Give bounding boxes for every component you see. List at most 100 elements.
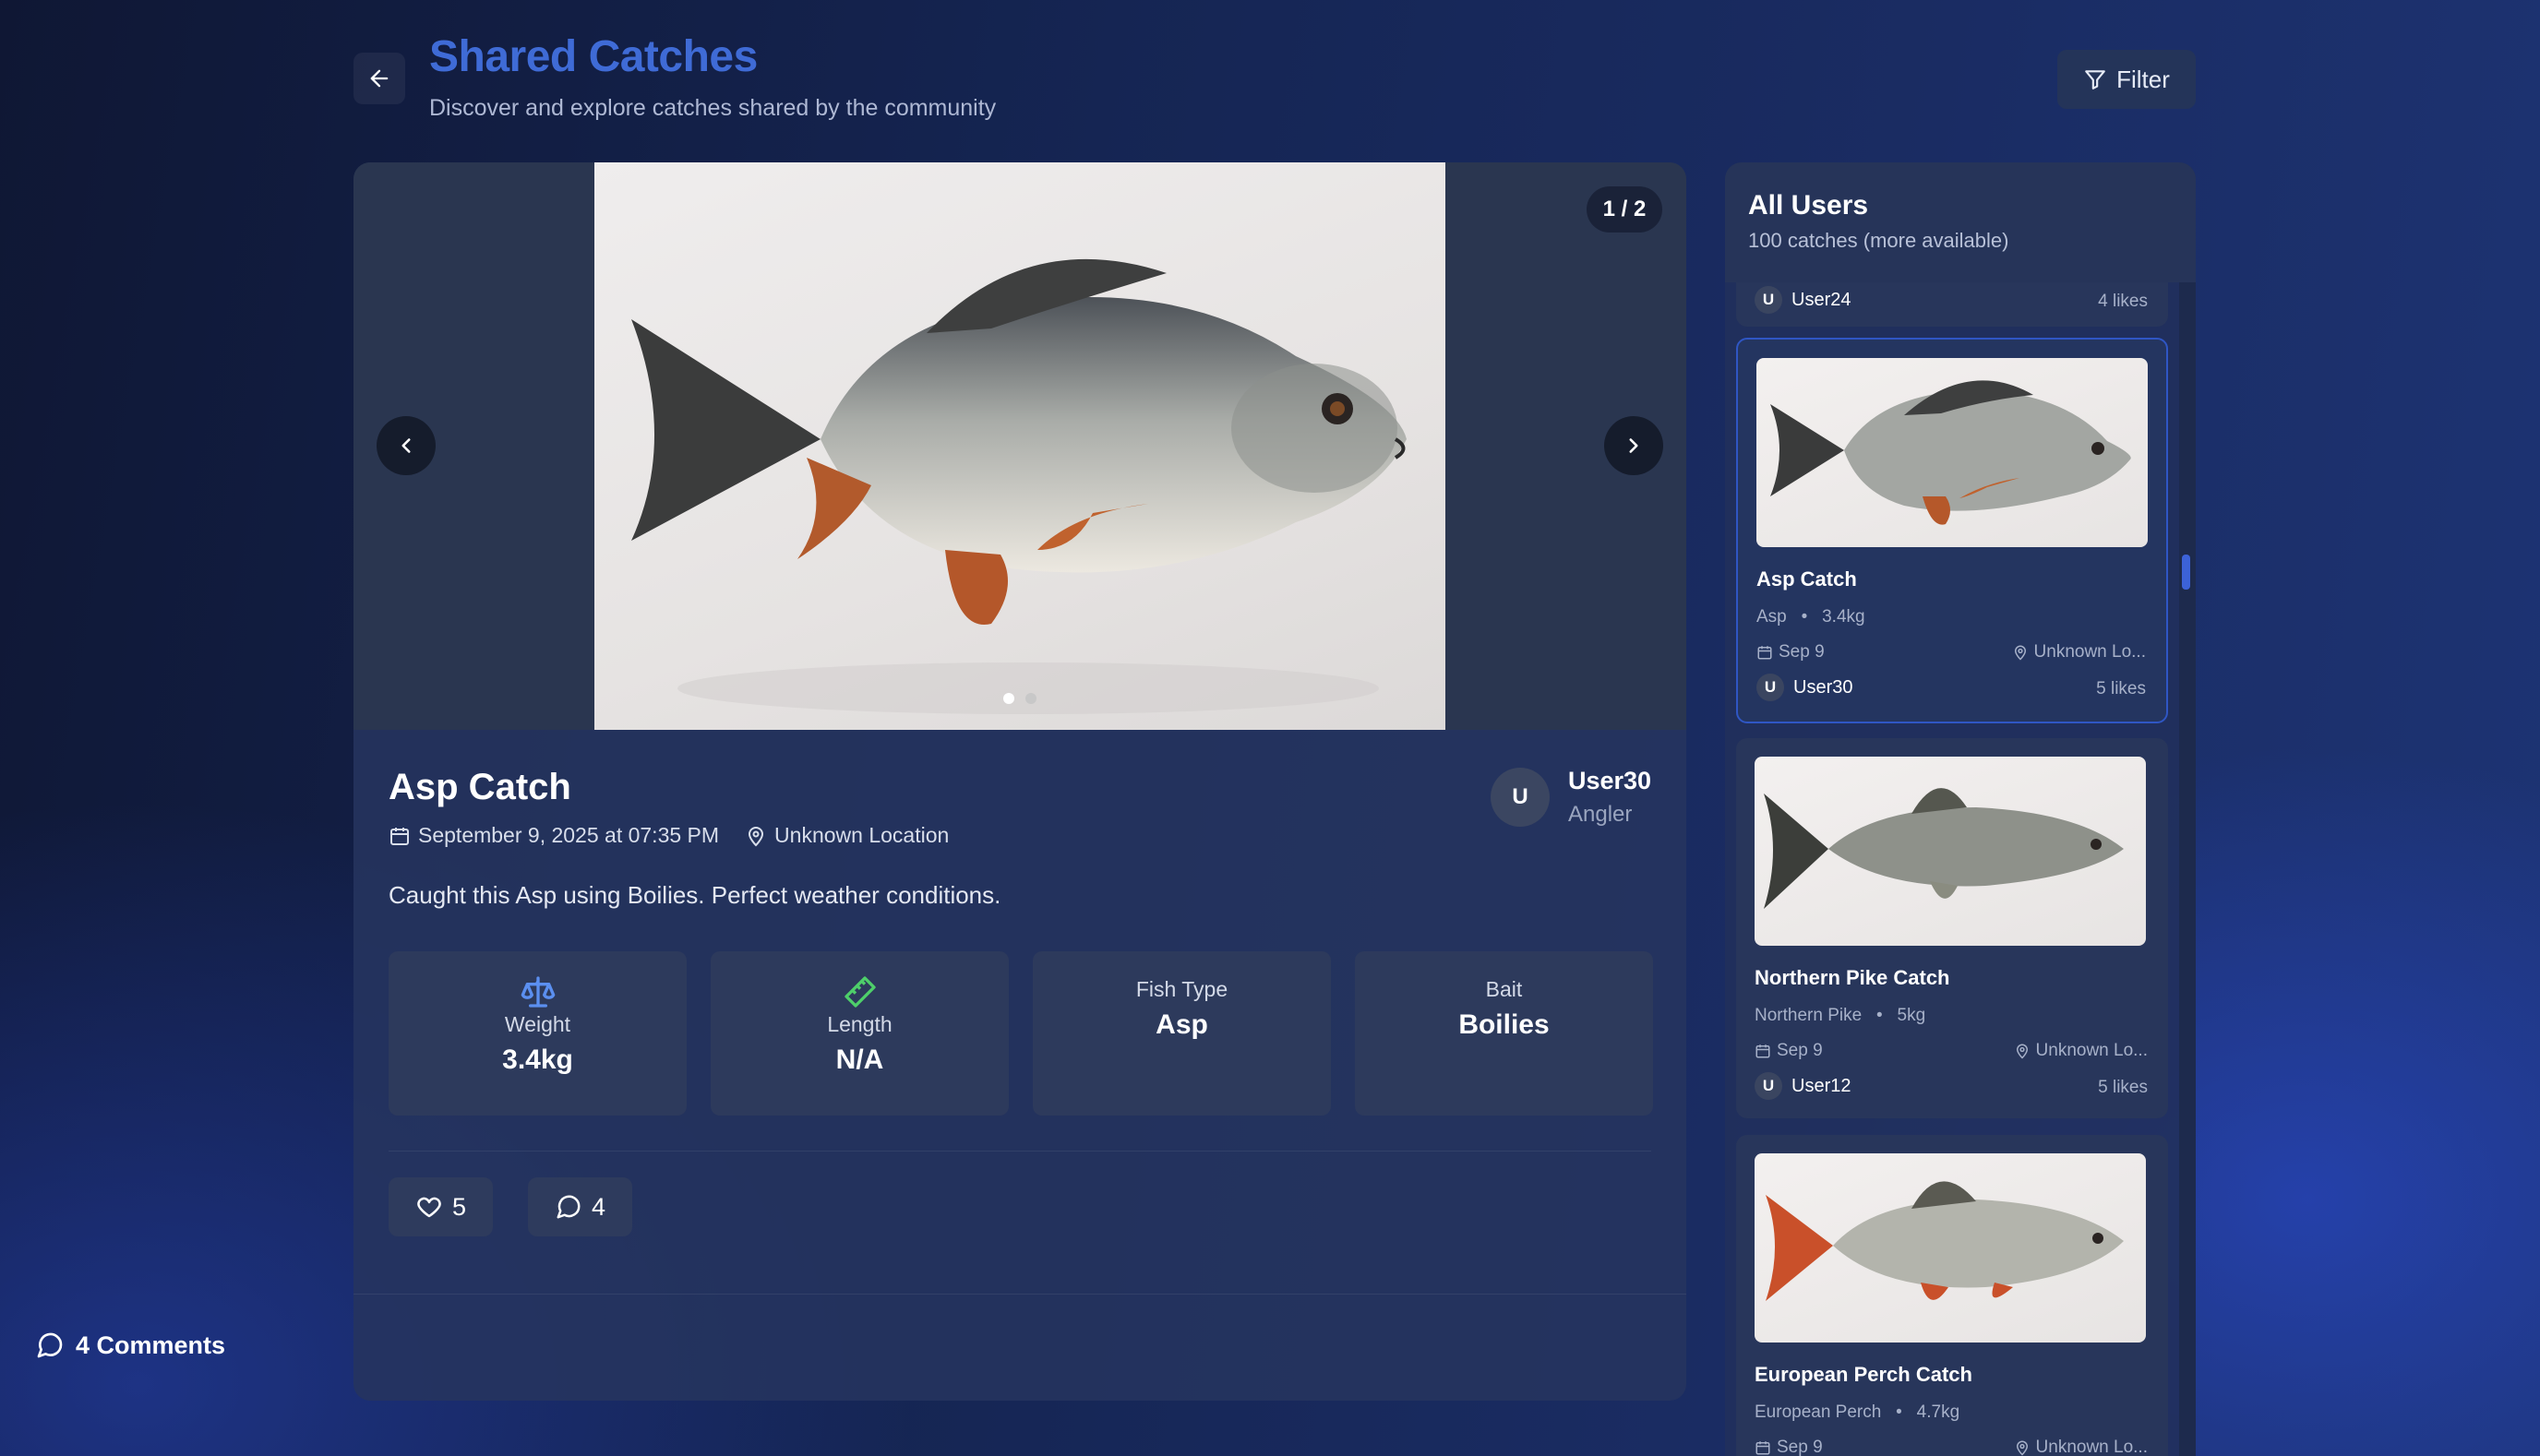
stat-fish-type-value: Asp (1156, 1009, 1208, 1040)
stat-bait: Bait Boilies (1355, 951, 1653, 1116)
comment-count: 4 (591, 1192, 606, 1221)
image-counter: 1 / 2 (1587, 186, 1662, 233)
catch-description: Caught this Asp using Boilies. Perfect w… (389, 881, 1001, 909)
list-item-date: Sep 9 (1755, 1041, 1823, 1061)
separator-dot: • (1866, 1006, 1893, 1025)
stat-fish-type-label: Fish Type (1135, 977, 1228, 1001)
map-pin-icon (2016, 1440, 2028, 1456)
like-button[interactable]: 5 (389, 1177, 493, 1236)
calendar-icon (1755, 1044, 1770, 1058)
catch-meta: September 9, 2025 at 07:35 PM Unknown Lo… (389, 823, 975, 848)
calendar-icon (390, 827, 409, 845)
carousel-dot-2[interactable] (1025, 693, 1036, 704)
sidebar-subtitle: 100 catches (more available) (1748, 229, 2009, 252)
comment-button[interactable]: 4 (528, 1177, 632, 1236)
avatar: U (1755, 1072, 1782, 1100)
page-title: Shared Catches (429, 32, 758, 81)
catch-list-sidebar: U User24 4 likes Asp Catch Asp • 3.4kg S… (1725, 162, 2196, 1456)
next-image-button[interactable] (1604, 416, 1663, 475)
stat-bait-label: Bait (1485, 977, 1523, 1001)
catch-location: Unknown Location (745, 823, 949, 848)
list-item-location: Unknown Lo... (2014, 1438, 2148, 1456)
list-item-location-text: Unknown Lo... (2035, 1438, 2148, 1456)
list-item-weight: 3.4kg (1822, 607, 1865, 627)
image-carousel: 1 / 2 (353, 162, 1686, 730)
list-item-date: Sep 9 (1756, 642, 1825, 662)
catch-date-text: September 9, 2025 at 07:35 PM (418, 823, 720, 847)
back-button[interactable] (353, 53, 405, 104)
list-item[interactable]: Asp Catch Asp • 3.4kg Sep 9 Unknown Lo..… (1736, 338, 2168, 723)
list-item-date-text: Sep 9 (1777, 1438, 1823, 1456)
filter-button[interactable]: Filter (2057, 50, 2196, 109)
stat-weight: Weight 3.4kg (389, 951, 687, 1116)
stat-bait-value: Boilies (1458, 1009, 1550, 1040)
sidebar-header: All Users 100 catches (more available) (1725, 162, 2196, 282)
list-item-date-text: Sep 9 (1779, 642, 1825, 662)
fish-thumbnail (1770, 380, 2131, 525)
list-item-location-text: Unknown Lo... (2033, 642, 2146, 662)
list-item-title: Northern Pike Catch (1755, 966, 1950, 989)
divider (353, 1294, 1686, 1295)
catch-detail-card: 1 / 2 Asp Catch September 9, 2025 at 07:… (353, 162, 1686, 1401)
user-avatar[interactable]: U (1491, 768, 1550, 827)
chevron-left-icon (401, 438, 411, 453)
list-item-title: Asp Catch (1756, 567, 1857, 591)
list-item-details: European Perch • 4.7kg (1755, 1402, 1959, 1423)
list-item-username: User12 (1791, 1075, 1851, 1096)
catch-stats: Weight 3.4kg Length N/A Fish Type Asp Ba… (389, 951, 1653, 1116)
list-item-details: Northern Pike • 5kg (1755, 1006, 1925, 1026)
list-item-species: European Perch (1755, 1402, 1882, 1422)
sidebar-scrollbar[interactable] (2179, 282, 2196, 1456)
catch-title: Asp Catch (389, 767, 571, 807)
map-pin-icon (2016, 1044, 2028, 1059)
list-item[interactable]: European Perch Catch European Perch • 4.… (1736, 1135, 2168, 1456)
list-item-location-text: Unknown Lo... (2035, 1041, 2148, 1060)
scale-icon (521, 976, 555, 1008)
carousel-dot-1[interactable] (1003, 693, 1014, 704)
list-item-thumbnail (1755, 1153, 2146, 1343)
list-item-likes: 5 likes (2098, 1078, 2148, 1097)
list-item-weight: 4.7kg (1916, 1402, 1960, 1422)
list-item[interactable]: Northern Pike Catch Northern Pike • 5kg … (1736, 738, 2168, 1118)
list-item-weight: 5kg (1897, 1006, 1926, 1025)
message-circle-icon (557, 1195, 581, 1219)
comments-header-label: 4 Comments (76, 1331, 226, 1359)
fish-thumbnail (1764, 788, 2124, 909)
stat-weight-value: 3.4kg (502, 1044, 573, 1075)
separator-dot: • (1791, 607, 1817, 627)
list-item-thumbnail (1755, 757, 2146, 946)
previous-image-button[interactable] (377, 416, 436, 475)
scrollbar-thumb[interactable] (2182, 555, 2190, 590)
list-item-user: U User12 (1755, 1072, 1851, 1100)
chevron-right-icon (1629, 438, 1638, 453)
list-item-details: Asp • 3.4kg (1756, 607, 1865, 627)
stat-fish-type: Fish Type Asp (1033, 951, 1331, 1116)
avatar: U (1755, 286, 1782, 314)
map-pin-icon (2014, 645, 2026, 661)
filter-label: Filter (2116, 65, 2170, 93)
message-circle-icon (37, 1332, 63, 1358)
stat-weight-label: Weight (504, 1012, 571, 1036)
list-item-user: U User24 (1755, 286, 1851, 314)
list-item-username: User24 (1791, 289, 1851, 310)
user-role: Angler (1568, 802, 1633, 827)
list-item-location: Unknown Lo... (2012, 642, 2146, 662)
calendar-icon (1757, 646, 1772, 660)
arrow-left-icon (370, 69, 389, 88)
heart-icon (417, 1197, 441, 1218)
catch-location-text: Unknown Location (774, 823, 950, 847)
user-name[interactable]: User30 (1568, 767, 1651, 795)
list-item-location: Unknown Lo... (2014, 1041, 2148, 1061)
page-subtitle: Discover and explore catches shared by t… (429, 95, 997, 121)
list-item-likes: 5 likes (2096, 679, 2146, 698)
separator-dot: • (1886, 1402, 1912, 1422)
stat-length-value: N/A (835, 1044, 884, 1075)
like-count: 5 (451, 1192, 467, 1221)
ruler-icon (844, 976, 876, 1008)
catch-date: September 9, 2025 at 07:35 PM (389, 823, 719, 848)
catch-photo (594, 162, 1445, 730)
list-item-user: U User30 (1756, 674, 1852, 701)
comments-header[interactable]: 4 Comments (35, 1331, 225, 1360)
list-item-username: User30 (1793, 676, 1853, 698)
list-item-title: European Perch Catch (1755, 1363, 1972, 1386)
